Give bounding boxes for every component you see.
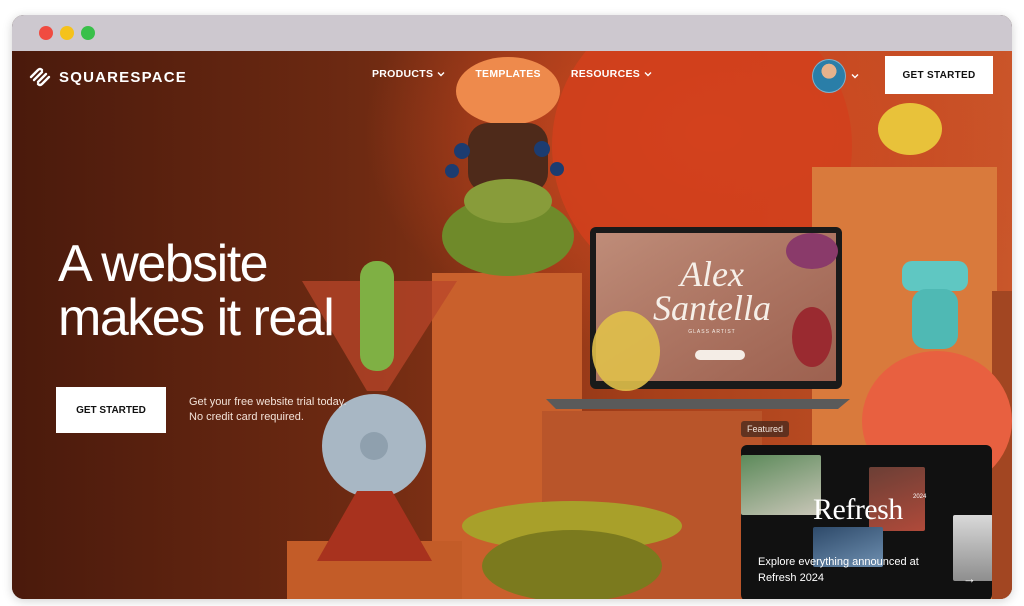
page-viewport: SQUARESPACE PRODUCTS TEMPLATES RESOURCES…: [12, 51, 1012, 599]
chevron-down-icon: [851, 74, 859, 79]
chevron-down-icon: [644, 72, 652, 77]
featured-tag: Featured: [741, 421, 790, 437]
laptop-title-line1: Alex: [680, 254, 744, 294]
hero-subtext: Get your free website trial today. No cr…: [189, 395, 347, 425]
hero-get-started-button[interactable]: GET STARTED: [56, 387, 166, 433]
arrow-right-icon[interactable]: →: [963, 571, 976, 586]
brand-name: SQUARESPACE: [59, 68, 187, 86]
laptop-screen-button: [695, 350, 745, 360]
featured-card[interactable]: Refresh 2024 Explore everything announce…: [741, 445, 992, 599]
hero-subtext-line1: Get your free website trial today.: [189, 396, 347, 408]
avatar: [812, 59, 846, 93]
account-menu[interactable]: [812, 59, 859, 93]
featured-card-title: Refresh: [813, 493, 903, 526]
nav-get-started-button[interactable]: GET STARTED: [885, 56, 993, 94]
laptop-title-line2: Santella: [653, 288, 771, 328]
maximize-window-button[interactable]: [81, 26, 95, 40]
nav-item-label: RESOURCES: [570, 68, 641, 80]
featured-thumbnail: [741, 455, 821, 515]
main-nav: PRODUCTS TEMPLATES RESOURCES: [372, 68, 652, 80]
chevron-down-icon: [437, 72, 445, 77]
nav-item-label: TEMPLATES: [475, 68, 541, 80]
nav-item-products[interactable]: PRODUCTS: [372, 68, 445, 80]
nav-item-resources[interactable]: RESOURCES: [571, 68, 652, 80]
featured-card-year: 2024: [913, 494, 927, 500]
hero-headline: A website makes it real: [58, 235, 335, 347]
nav-item-templates[interactable]: TEMPLATES: [475, 68, 541, 80]
hero-subtext-line2: No credit card required.: [189, 411, 304, 423]
featured-card-description: Explore everything announced at Refresh …: [758, 556, 919, 584]
squarespace-logo-icon: [29, 67, 51, 87]
browser-chrome: [12, 15, 1012, 51]
close-window-button[interactable]: [39, 26, 53, 40]
laptop-screen-subtitle: GLASS ARTIST: [688, 329, 736, 335]
browser-window: SQUARESPACE PRODUCTS TEMPLATES RESOURCES…: [12, 15, 1012, 599]
minimize-window-button[interactable]: [60, 26, 74, 40]
squarespace-logo[interactable]: SQUARESPACE: [28, 65, 187, 89]
laptop-screen-title: Alex Santella: [632, 254, 792, 328]
nav-item-label: PRODUCTS: [372, 68, 434, 80]
